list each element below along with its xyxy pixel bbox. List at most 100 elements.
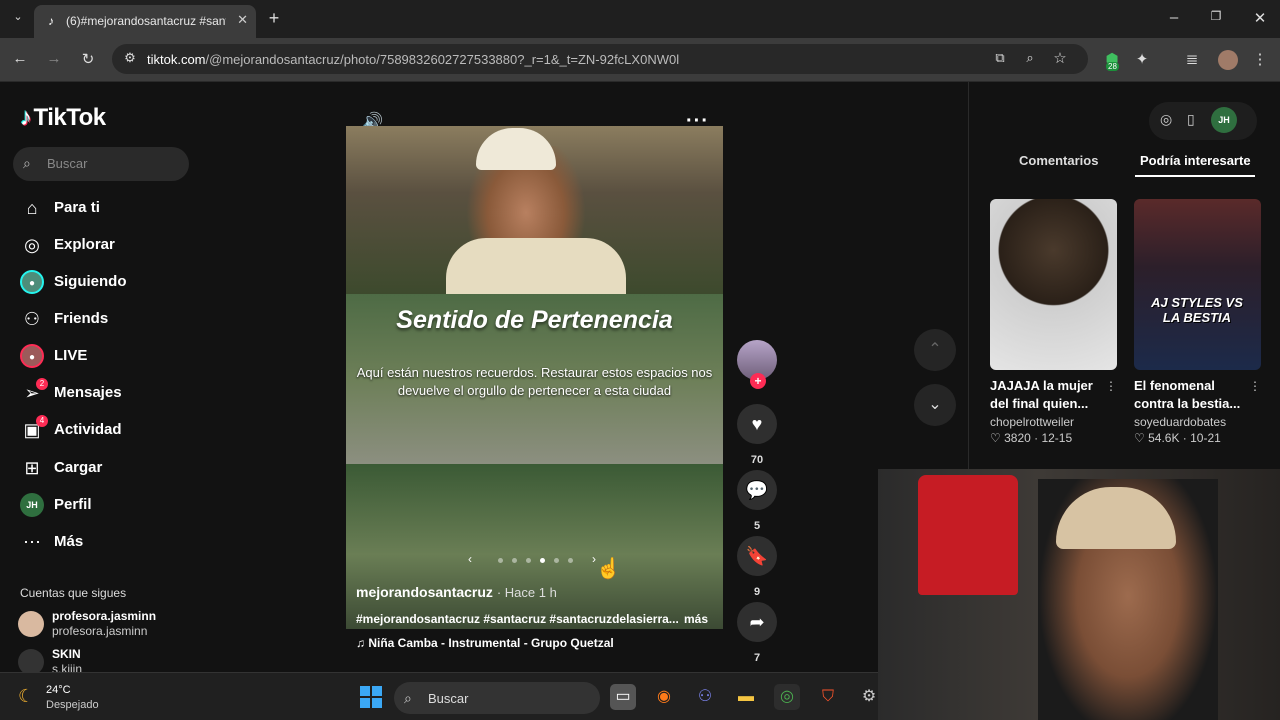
profile-icon: JH — [20, 493, 44, 517]
bookmark-star-icon[interactable]: ☆ — [1048, 49, 1072, 67]
install-app-icon[interactable]: ⧉ — [988, 50, 1012, 66]
sidebar-item-actividad[interactable]: ▣ 4 Actividad — [16, 415, 206, 445]
compass-small-icon[interactable]: ◎ — [1160, 111, 1172, 128]
photo-hat — [476, 128, 556, 170]
minimize-icon[interactable]: – — [1162, 9, 1186, 26]
post-author[interactable]: mejorandosantacruz · Hace 1 h — [356, 584, 557, 600]
heart-icon[interactable]: ♥ — [737, 404, 777, 444]
carousel-prev-icon[interactable]: ‹ — [468, 552, 472, 566]
firefox-icon[interactable]: ◉ — [651, 684, 677, 710]
back-arrow-icon[interactable]: ← — [8, 50, 32, 67]
search-input[interactable]: ⌕ Buscar — [13, 147, 189, 181]
account-handle: profesora.jasminn — [52, 624, 148, 638]
url-text: tiktok.com/@mejorandosantacruz/photo/758… — [147, 52, 680, 67]
weather-moon-icon[interactable]: ☾ — [18, 686, 34, 707]
carousel-dot[interactable] — [498, 558, 503, 563]
windows-taskbar: ☾ 24°C Despejado ⌕ Buscar ▭ ◉ ⚇ ▬ ◎ ⛉ ⚙ — [0, 672, 878, 720]
post-time: · Hace 1 h — [496, 585, 557, 600]
carousel-dot[interactable] — [526, 558, 531, 563]
sidebar-item-perfil[interactable]: JH Perfil — [16, 490, 206, 520]
settings-icon[interactable]: ⚙ — [856, 684, 882, 710]
windows-start-icon[interactable] — [360, 686, 382, 708]
share-icon[interactable]: ➦ — [737, 602, 777, 642]
chrome-icon[interactable]: ◎ — [774, 684, 800, 710]
sidebar-item-label: Perfil — [54, 496, 92, 513]
sidebar-item-label: Más — [54, 533, 84, 550]
follow-plus-icon[interactable]: + — [750, 373, 766, 389]
avatar — [18, 611, 44, 637]
carousel-dot-active[interactable] — [540, 558, 545, 563]
media-controls-icon[interactable]: ≣ — [1180, 50, 1204, 68]
card-menu-icon[interactable]: ⋮ — [1249, 379, 1261, 393]
friends-icon: ⚇ — [23, 309, 41, 329]
sidebar-item-live[interactable]: ● LIVE — [16, 341, 206, 371]
zoom-icon[interactable]: ⌕ — [1018, 50, 1042, 66]
task-view-icon[interactable]: ▭ — [610, 684, 636, 710]
post-music[interactable]: ♫ Niña Camba - Instrumental - Grupo Quet… — [356, 636, 614, 650]
restore-icon[interactable]: ❐ — [1204, 9, 1228, 23]
browser-tab[interactable]: ♪ (6)#mejorandosantacruz #santa ✕ — [34, 5, 256, 38]
extension-badge: 28 — [1106, 62, 1119, 71]
profile-avatar[interactable] — [1218, 50, 1238, 70]
tab-list-chevron-icon[interactable]: ⌄ — [6, 10, 30, 23]
tab-close-icon[interactable]: ✕ — [237, 12, 248, 28]
bookmark-icon[interactable]: 🔖 — [737, 536, 777, 576]
suggested-video-card[interactable]: JAJAJA la mujer del final quien... chope… — [990, 199, 1117, 445]
next-post-button[interactable]: ⌄ — [914, 384, 956, 426]
phone-icon[interactable]: ▯ — [1187, 111, 1195, 128]
post-title: Sentido de Pertenencia — [396, 306, 673, 334]
sidebar-item-cargar[interactable]: ⊞ Cargar — [16, 453, 206, 483]
like-action[interactable]: ♥ 70 — [737, 404, 777, 466]
tab-podria-interesarte[interactable]: Podría interesarte — [1140, 153, 1251, 168]
active-tab-underline — [1135, 175, 1255, 177]
card-meta: ♡ 54.6K · 10-21 — [1134, 431, 1221, 445]
sidebar-item-label: LIVE — [54, 347, 88, 364]
carousel-dot[interactable] — [554, 558, 559, 563]
music-note-icon: ♫ — [356, 636, 369, 650]
post-hashtags[interactable]: #mejorandosantacruz #santacruz #santacru… — [356, 612, 696, 626]
more-icon: ⋯ — [23, 532, 41, 552]
window-close-icon[interactable]: ✕ — [1248, 9, 1272, 27]
save-action[interactable]: 🔖 9 — [737, 536, 777, 598]
sidebar-item-label: Para ti — [54, 199, 100, 216]
sidebar-item-mas[interactable]: ⋯ Más — [16, 527, 206, 557]
brave-icon[interactable]: ⛉ — [815, 684, 841, 710]
file-explorer-icon[interactable]: ▬ — [733, 684, 759, 710]
new-tab-icon[interactable]: + — [262, 8, 286, 29]
sidebar-item-mensajes[interactable]: ➢ 2 Mensajes — [16, 378, 206, 408]
home-icon: ⌂ — [26, 198, 38, 218]
forward-arrow-icon[interactable]: → — [42, 50, 66, 67]
card-meta: ♡ 3820 · 12-15 — [990, 431, 1073, 445]
post-more-link[interactable]: más — [684, 612, 708, 626]
card-menu-icon[interactable]: ⋮ — [1105, 379, 1117, 393]
comment-action[interactable]: 💬 5 — [737, 470, 777, 532]
sidebar-item-friends[interactable]: ⚇ Friends — [16, 304, 206, 334]
carousel-dot[interactable] — [512, 558, 517, 563]
browser-menu-icon[interactable]: ⋮ — [1248, 50, 1272, 68]
photo-post[interactable]: Sentido de Pertenencia Aquí están nuestr… — [346, 126, 723, 629]
share-action[interactable]: ➦ 7 — [737, 602, 777, 664]
address-bar[interactable]: ⚙ tiktok.com/@mejorandosantacruz/photo/7… — [112, 44, 1088, 74]
previous-post-button[interactable]: ⌃ — [914, 329, 956, 371]
sidebar-item-para-ti[interactable]: ⌂ Para ti — [16, 193, 206, 223]
suggested-video-card[interactable]: AJ STYLES VS LA BESTIA El fenomenal cont… — [1134, 199, 1261, 445]
video-thumbnail[interactable] — [990, 199, 1117, 370]
reload-icon[interactable]: ↻ — [76, 50, 100, 68]
tab-comentarios[interactable]: Comentarios — [1019, 153, 1098, 168]
tiktok-logo[interactable]: ♪TikTok — [20, 104, 106, 132]
video-thumbnail[interactable]: AJ STYLES VS LA BESTIA — [1134, 199, 1261, 370]
extensions-puzzle-icon[interactable]: ✦ — [1130, 50, 1154, 68]
sidebar-item-label: Mensajes — [54, 384, 122, 401]
user-avatar-icon[interactable]: JH — [1211, 107, 1237, 133]
followed-account[interactable]: profesora.jasminn profesora.jasminn — [18, 609, 208, 641]
weather-temperature[interactable]: 24°C — [46, 684, 71, 696]
activity-badge: 4 — [36, 415, 48, 427]
logo-text: TikTok — [33, 104, 107, 131]
site-settings-icon[interactable]: ⚙ — [118, 50, 142, 66]
carousel-dot[interactable] — [568, 558, 573, 563]
taskbar-search-input[interactable]: ⌕ Buscar — [394, 682, 600, 714]
comment-icon[interactable]: 💬 — [737, 470, 777, 510]
sidebar-item-explorar[interactable]: ◎ Explorar — [16, 230, 206, 260]
teams-icon[interactable]: ⚇ — [692, 684, 718, 710]
sidebar-item-siguiendo[interactable]: ● Siguiendo — [16, 267, 206, 297]
